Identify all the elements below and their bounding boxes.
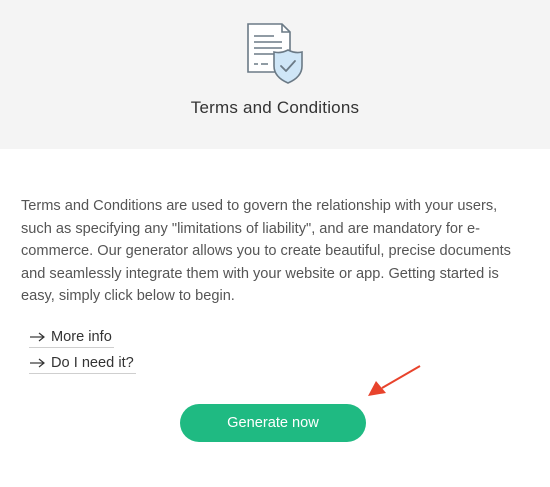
do-i-need-it-link[interactable]: Do I need it? (29, 352, 136, 374)
more-info-link[interactable]: More info (29, 326, 114, 348)
terms-document-shield-icon (247, 23, 303, 84)
do-i-need-it-label: Do I need it? (51, 354, 134, 371)
description-text: Terms and Conditions are used to govern … (21, 198, 511, 304)
header-section: Terms and Conditions (0, 0, 550, 149)
annotation-arrow-icon (368, 365, 421, 396)
generate-now-button[interactable]: Generate now (180, 404, 366, 442)
more-info-label: More info (51, 328, 112, 345)
arrow-right-icon (30, 332, 45, 341)
page-title: Terms and Conditions (190, 98, 360, 117)
arrow-right-icon (30, 358, 45, 367)
